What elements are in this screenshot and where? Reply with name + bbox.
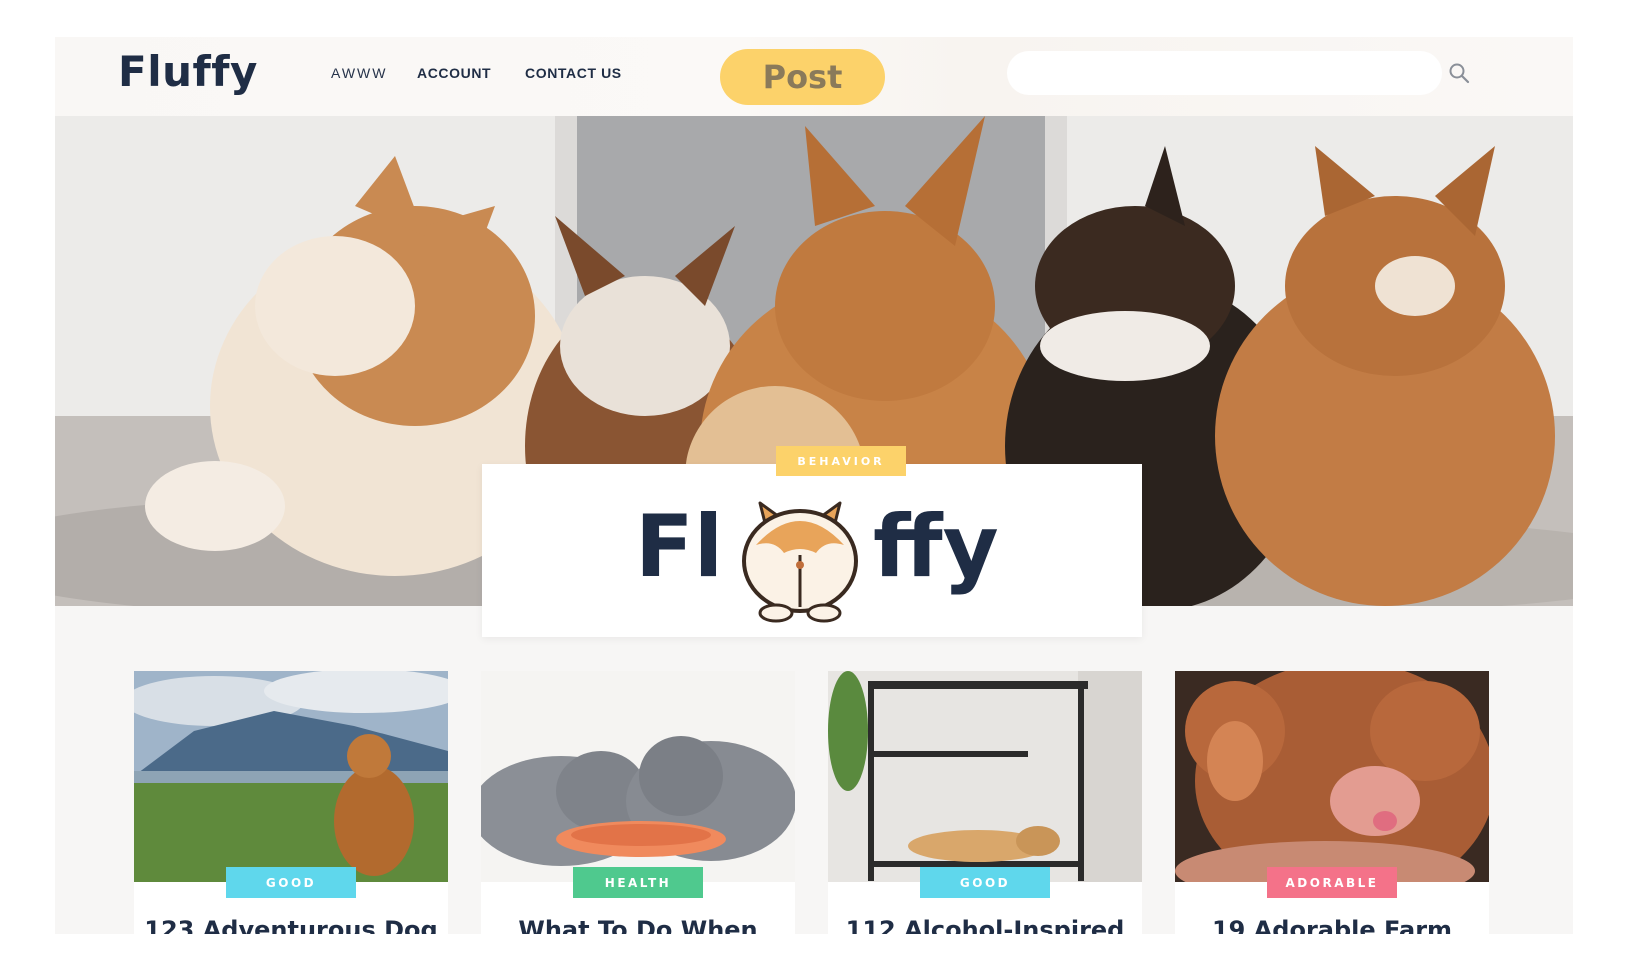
card-image-bar-cart-puppy[interactable] bbox=[828, 671, 1142, 882]
corgi-icon bbox=[742, 501, 858, 623]
site-header: Fluffy AWWW ACCOUNT CONTACT US Post bbox=[55, 37, 1573, 116]
feature-title-left: Fl bbox=[635, 497, 724, 597]
site-logo[interactable]: Fluffy bbox=[118, 47, 258, 96]
card-title[interactable]: 19 Adorable Farm bbox=[1175, 915, 1489, 934]
article-card[interactable]: GOOD 123 Adventurous Dog bbox=[134, 671, 448, 934]
card-tag[interactable]: ADORABLE bbox=[1267, 867, 1397, 898]
post-button[interactable]: Post bbox=[720, 49, 885, 105]
feature-title-right: ffy bbox=[873, 497, 999, 597]
feature-tag[interactable]: BEHAVIOR bbox=[776, 446, 906, 476]
nav-link-awww[interactable]: AWWW bbox=[331, 65, 387, 81]
card-tag[interactable]: GOOD bbox=[226, 867, 356, 898]
page-frame: Fluffy AWWW ACCOUNT CONTACT US Post BEHA… bbox=[55, 37, 1573, 934]
card-tag[interactable]: HEALTH bbox=[573, 867, 703, 898]
card-image-dog-mountain[interactable] bbox=[134, 671, 448, 882]
card-tag[interactable]: GOOD bbox=[920, 867, 1050, 898]
card-title[interactable]: 112 Alcohol-Inspired bbox=[828, 915, 1142, 934]
article-card[interactable]: GOOD 112 Alcohol-Inspired bbox=[828, 671, 1142, 934]
card-title[interactable]: What To Do When bbox=[481, 915, 795, 934]
article-card[interactable]: HEALTH What To Do When bbox=[481, 671, 795, 934]
card-title[interactable]: 123 Adventurous Dog bbox=[134, 915, 448, 934]
search-input[interactable] bbox=[1007, 51, 1442, 95]
nav-link-account[interactable]: ACCOUNT bbox=[417, 65, 491, 81]
card-image-highland-calf[interactable] bbox=[1175, 671, 1489, 882]
card-image-kittens[interactable] bbox=[481, 671, 795, 882]
article-card[interactable]: ADORABLE 19 Adorable Farm bbox=[1175, 671, 1489, 934]
nav-link-contact-us[interactable]: CONTACT US bbox=[525, 65, 622, 81]
search-icon[interactable] bbox=[1448, 62, 1470, 84]
